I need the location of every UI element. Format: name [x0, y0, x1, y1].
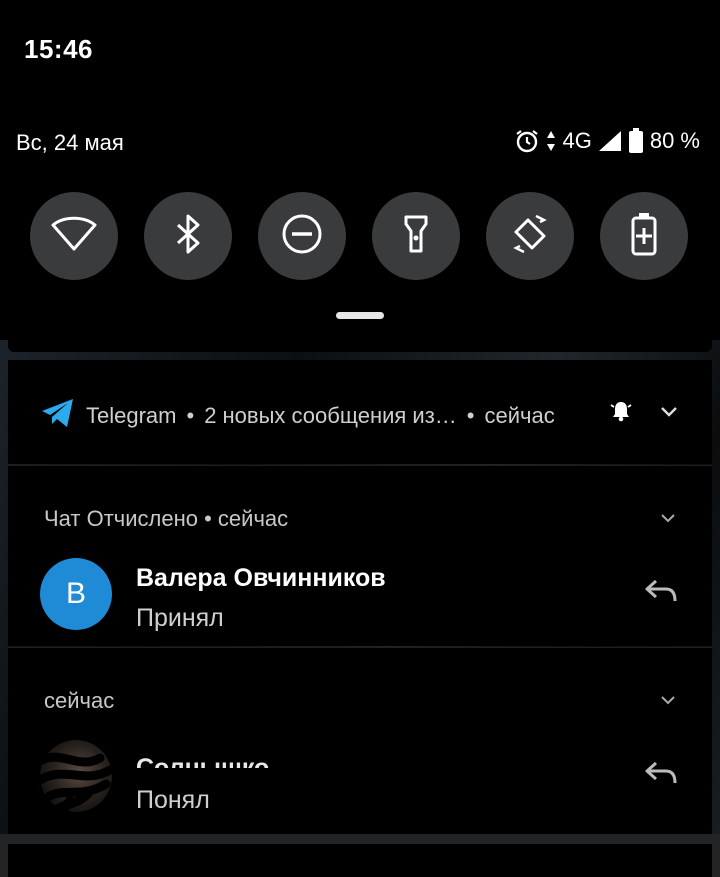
flashlight-tile[interactable]	[372, 192, 460, 280]
do-not-disturb-icon	[281, 213, 323, 260]
notification-subtitle: Чат Отчислено • сейчас	[44, 506, 289, 531]
alarm-icon	[514, 128, 540, 154]
chevron-down-icon[interactable]	[660, 510, 676, 528]
notification-group-header[interactable]: Telegram • 2 новых сообщения из… • сейча…	[8, 360, 712, 464]
battery-saver-icon	[630, 212, 658, 261]
wifi-icon	[51, 216, 97, 257]
quick-tiles	[30, 192, 688, 280]
auto-rotate-tile[interactable]	[486, 192, 574, 280]
network-type: 4G	[562, 128, 592, 153]
quick-settings-panel: Вс, 24 мая 4G 80 %	[8, 100, 712, 352]
avatar: В	[40, 558, 112, 630]
separator-dot: •	[186, 403, 195, 428]
status-icons: 4G 80 %	[514, 128, 700, 154]
app-name: Telegram	[86, 403, 177, 428]
avatar	[40, 740, 112, 840]
sender-name: Валера Овчинников	[136, 564, 386, 592]
battery-icon	[628, 128, 644, 154]
notification-item[interactable]: Чат Отчислено • сейчас В Валера Овчинник…	[8, 466, 712, 646]
notification-subtitle: сейчас	[44, 688, 115, 713]
shade-drag-handle[interactable]	[336, 312, 384, 319]
message-text: Понял	[136, 786, 210, 814]
flashlight-icon	[403, 214, 429, 259]
reply-icon[interactable]	[644, 760, 678, 791]
bell-alert-icon	[610, 400, 632, 427]
sender-name: Солнышко	[136, 754, 270, 768]
chevron-down-icon[interactable]	[660, 692, 676, 710]
reply-icon[interactable]	[644, 578, 678, 609]
group-time: сейчас	[484, 403, 555, 428]
expand-chevron-icon[interactable]	[660, 405, 678, 423]
data-activity-icon	[546, 130, 556, 152]
message-text: Принял	[136, 604, 224, 632]
do-not-disturb-tile[interactable]	[258, 192, 346, 280]
telegram-icon	[40, 398, 76, 434]
status-time: 15:46	[24, 34, 93, 64]
bluetooth-icon	[174, 213, 202, 260]
signal-icon	[598, 130, 622, 152]
notification-item[interactable]: сейчас Солнышко Понял	[8, 648, 712, 840]
auto-rotate-icon	[508, 212, 552, 261]
avatar-letter: В	[65, 577, 86, 610]
wifi-tile[interactable]	[30, 192, 118, 280]
battery-percent: 80 %	[649, 128, 700, 153]
next-notification-card[interactable]	[8, 844, 712, 877]
date-label: Вс, 24 мая	[16, 130, 124, 155]
redaction-scribble	[40, 752, 112, 840]
battery-saver-tile[interactable]	[600, 192, 688, 280]
group-summary: 2 новых сообщения из…	[204, 403, 457, 428]
separator-dot: •	[466, 403, 475, 428]
bluetooth-tile[interactable]	[144, 192, 232, 280]
